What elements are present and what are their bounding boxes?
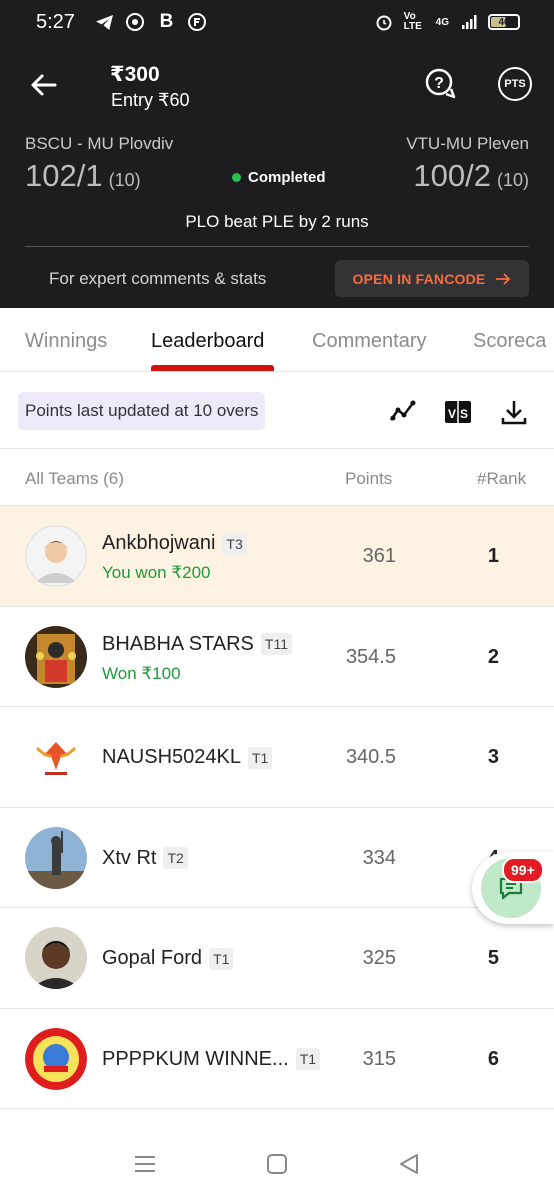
team-points: 325 [362, 947, 396, 969]
svg-text:?: ? [434, 75, 444, 92]
tab-scorecard[interactable]: Scoreca [473, 330, 546, 353]
team-rank: 6 [487, 1047, 499, 1070]
svg-text:V: V [448, 407, 456, 421]
team-rank: 3 [487, 746, 499, 768]
team-a-name: BSCU - MU Plovdiv [25, 134, 174, 153]
tab-winnings[interactable]: Winnings [25, 330, 107, 353]
avatar [25, 1027, 87, 1090]
help-chat-icon[interactable]: ? [424, 67, 458, 101]
entry-fee: Entry ₹60 [111, 90, 190, 110]
divider [25, 246, 529, 247]
back-triangle-icon[interactable] [397, 1152, 423, 1178]
team-b-name: VTU-MU Pleven [406, 134, 529, 153]
leaderboard-toolbar: Points last updated at 10 overs VS [0, 373, 554, 449]
leaderboard-row[interactable]: Xtv RtT2 334 4 [0, 807, 554, 908]
app-icon [126, 13, 145, 32]
avatar [25, 625, 87, 688]
team-tag: T2 [163, 847, 188, 869]
winnings-text: You won ₹200 [102, 563, 211, 582]
team-name: PPPPKUM WINNE... T1 [102, 1048, 321, 1071]
status-time: 5:27 [36, 10, 75, 33]
tab-commentary[interactable]: Commentary [312, 330, 426, 353]
team-a-score: 102/1 (10) [25, 158, 141, 193]
team-points: 334 [362, 846, 396, 869]
team-points: 315 [362, 1047, 396, 1070]
team-tag: T1 [209, 947, 234, 970]
open-in-fancode-button[interactable]: OPEN IN FANCODE [335, 260, 529, 297]
team-points: 354.5 [345, 645, 396, 668]
team-tag: T1 [247, 746, 273, 769]
team-tag: T3 [222, 532, 247, 555]
team-tag: T11 [260, 633, 292, 655]
avatar [25, 826, 87, 889]
leaderboard-row[interactable]: PPPPKUM WINNE... T1 315 6 [0, 1008, 554, 1109]
team-points: 340.5 [345, 746, 396, 768]
svg-text:S: S [460, 407, 468, 421]
menu-icon[interactable] [133, 1152, 159, 1178]
trend-graph-icon[interactable] [389, 398, 417, 426]
team-tag: T1 [295, 1048, 321, 1070]
team-rank: 1 [487, 545, 499, 567]
download-icon[interactable] [500, 398, 528, 426]
points-system-icon[interactable]: PTS [498, 67, 532, 101]
chat-button[interactable]: 99+ [472, 852, 554, 924]
points-updated-banner: Points last updated at 10 overs [18, 392, 266, 430]
team-name: Ankbhojwani T3 [102, 532, 247, 555]
match-status: Completed [232, 169, 326, 186]
match-result: PLO beat PLE by 2 runs [185, 212, 369, 231]
contest-prize: ₹300 [110, 63, 160, 86]
f-app-icon [188, 13, 207, 32]
team-name: Xtv Rt T2 [102, 847, 188, 870]
avatar [25, 927, 87, 989]
back-arrow-icon[interactable] [28, 70, 58, 100]
teams-column-header[interactable]: All Teams (6) [25, 469, 124, 489]
avatar [25, 525, 87, 587]
team-b-score: 100/2 (10) [413, 158, 529, 193]
leaderboard-list: Ankbhojwani T3 You won ₹200 361 1 BHABHA … [0, 506, 554, 1109]
battery-icon: 46 [488, 14, 520, 30]
leaderboard-row[interactable]: Ankbhojwani T3 You won ₹200 361 1 [0, 506, 554, 607]
b-app-icon: B [159, 11, 174, 32]
rank-column-header: #Rank [477, 469, 527, 488]
leaderboard-header: All Teams (6) Points #Rank [0, 450, 554, 506]
unread-badge: 99+ [502, 857, 544, 883]
avatar [25, 726, 87, 788]
team-rank: 2 [487, 645, 499, 668]
network-indicator: 4G [435, 16, 449, 28]
tab-bar: Winnings Leaderboard Commentary Scoreca [0, 308, 554, 372]
active-tab-indicator [151, 365, 274, 371]
points-column-header: Points [345, 469, 393, 488]
alarm-icon [375, 13, 394, 32]
telegram-icon [95, 13, 114, 32]
match-header: 5:27 B Vo LTE 4G 46 ₹300 Entry ₹60 ? PTS… [0, 0, 554, 308]
system-nav-bar [0, 1130, 554, 1200]
expert-comments-text: For expert comments & stats [49, 269, 267, 288]
team-rank: 5 [487, 947, 499, 969]
leaderboard-row[interactable]: BHABHA STARS T11 Won ₹100 354.5 2 [0, 606, 554, 707]
team-name: Gopal Ford T1 [102, 947, 234, 970]
signal-icon [459, 13, 478, 32]
home-icon[interactable] [265, 1152, 291, 1178]
team-points: 361 [362, 545, 396, 567]
arrow-right-icon [496, 272, 511, 285]
tab-leaderboard[interactable]: Leaderboard [151, 330, 264, 353]
leaderboard-row[interactable]: NAUSH5024KL T1 340.5 3 [0, 707, 554, 808]
leaderboard-row[interactable]: Gopal Ford T1 325 5 [0, 908, 554, 1009]
compare-vs-icon[interactable]: VS [444, 398, 472, 426]
volte-indicator: Vo LTE [403, 11, 422, 32]
status-bar: 5:27 B Vo LTE 4G 46 [0, 0, 554, 44]
winnings-text: Won ₹100 [102, 663, 181, 683]
status-dot-icon [232, 173, 241, 182]
team-name: NAUSH5024KL T1 [102, 746, 273, 769]
team-name: BHABHA STARS T11 [102, 633, 292, 656]
